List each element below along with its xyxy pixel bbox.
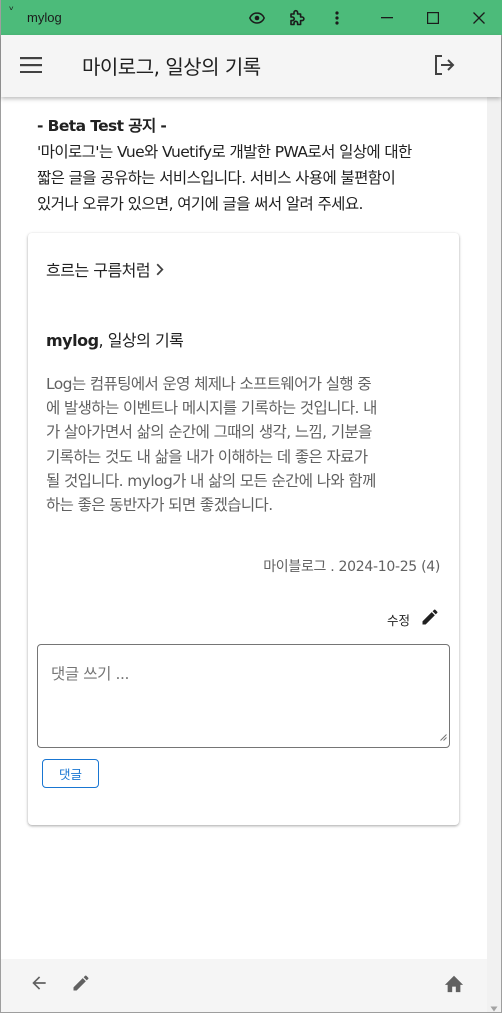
chevron-right-icon — [156, 263, 164, 276]
logout-icon — [432, 53, 456, 81]
post-body-line: Log는 컴퓨팅에서 운영 체제나 소프트웨어가 실행 중 — [46, 375, 372, 393]
notice-line: 짧은 글을 공유하는 서비스입니다. 서비스 사용에 불편함이 — [37, 169, 396, 187]
post-body-line: 가 살아가면서 삶의 순간에 그때의 생각, 느낌, 기분을 — [46, 423, 372, 442]
logout-button[interactable] — [424, 47, 464, 87]
notice-line: '마이로그'는 Vue와 Vuetify로 개발한 PWA로서 일상에 대한 — [37, 143, 412, 161]
scroll-down-arrow-icon[interactable] — [490, 997, 498, 1013]
category-link[interactable]: 흐르는 구름처럼 — [46, 257, 164, 281]
minimize-icon[interactable] — [367, 0, 407, 35]
comment-field[interactable] — [37, 644, 450, 748]
edit-label: 수정 — [386, 612, 410, 628]
edit-button[interactable]: 수정 — [387, 607, 440, 631]
post-title-rest: , 일상의 기록 — [98, 331, 184, 350]
comment-submit-button[interactable]: 댓글 — [42, 759, 99, 788]
post-body: Log는 컴퓨팅에서 운영 체제나 소프트웨어가 실행 중 에 발생하는 이벤트… — [46, 372, 444, 517]
menu-icon — [20, 57, 42, 77]
back-button[interactable] — [19, 965, 59, 1005]
arrow-back-icon — [29, 973, 49, 997]
post-title: mylog, 일상의 기록 — [46, 327, 184, 351]
home-icon — [443, 973, 465, 997]
post-card: 흐르는 구름처럼 mylog, 일상의 기록 Log는 컴퓨팅에서 운영 체제나… — [28, 233, 459, 825]
more-vert-icon[interactable] — [317, 0, 357, 35]
post-meta: 마이블로그 . 2024-10-25 (4) — [263, 559, 440, 575]
bottom-bar — [1, 959, 487, 1012]
post-body-line: 될 것입니다. mylog가 내 삶의 모든 순간에 나와 함께 — [46, 471, 376, 490]
post-title-bold: mylog — [46, 331, 99, 350]
write-button[interactable] — [61, 965, 101, 1005]
app-logo-icon: ᵛ — [9, 3, 15, 17]
window-titlebar: ᵛ mylog — [1, 0, 502, 35]
notice-line: 있거나 오류가 있으면, 여기에 글을 써서 알려 주세요. — [37, 195, 363, 213]
app-title: 마이로그, 일상의 기록 — [82, 55, 261, 79]
vertical-scrollbar[interactable] — [487, 35, 501, 1012]
window-title: mylog — [27, 10, 62, 25]
menu-button[interactable] — [11, 47, 51, 87]
home-button[interactable] — [434, 965, 474, 1005]
maximize-icon[interactable] — [413, 0, 453, 35]
notice-title: - Beta Test 공지 - — [37, 117, 167, 135]
post-body-line: 기록하는 것도 내 삶을 내가 이해하는 데 좋은 자료가 — [46, 447, 368, 466]
app-bar: 마이로그, 일상의 기록 — [1, 35, 501, 97]
close-icon[interactable] — [459, 0, 499, 35]
post-body-line: 에 발생하는 이벤트나 메시지를 기록하는 것입니다. 내 — [46, 399, 377, 418]
beta-notice: - Beta Test 공지 - '마이로그'는 Vue와 Vuetify로 개… — [37, 113, 477, 217]
pencil-icon — [420, 607, 440, 631]
pencil-icon — [71, 973, 91, 997]
eye-icon[interactable] — [237, 0, 277, 35]
post-body-line: 하는 좋은 동반자가 되면 좋겠습니다. — [46, 496, 273, 515]
comment-input[interactable] — [38, 645, 449, 747]
resize-grip-icon[interactable] — [439, 726, 447, 745]
category-label: 흐르는 구름처럼 — [46, 261, 151, 280]
extension-icon[interactable] — [277, 0, 317, 35]
